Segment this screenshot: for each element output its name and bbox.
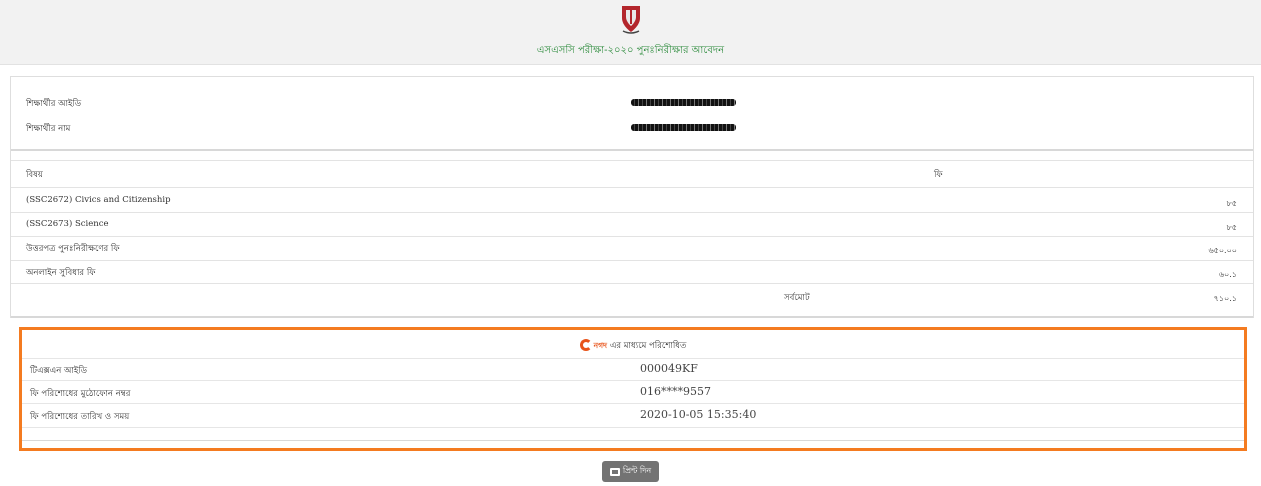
student-name-label: শিক্ষার্থীর নাম bbox=[26, 124, 71, 134]
divider bbox=[11, 187, 1253, 188]
provider-suffix: এর মাধ্যমে পরিশোধিত bbox=[609, 341, 687, 351]
table-row-subject: উত্তরপত্র পুনঃনিরীক্ষণের ফি bbox=[26, 244, 120, 254]
payment-info-box: নগদ এর মাধ্যমে পরিশোধিত টিএক্সএন আইডি 000… bbox=[19, 327, 1247, 451]
nagad-logo-icon bbox=[579, 339, 592, 351]
print-button[interactable]: প্রিন্ট দিন bbox=[602, 461, 659, 482]
divider bbox=[11, 212, 1253, 213]
column-header-fee: ফি bbox=[934, 170, 943, 180]
payer-mobile-value: 016****9557 bbox=[640, 385, 711, 398]
payment-datetime-label: ফি পরিশোধের তারিখ ও সময় bbox=[30, 412, 130, 422]
page-title: এসএসসি পরীক্ষা-২০২০ পুনঃনিরীক্ষার আবেদন bbox=[536, 45, 725, 56]
total-label: সর্বমোট bbox=[784, 293, 810, 303]
table-row-subject: (SSC2673) Science bbox=[26, 219, 109, 229]
page-header: এসএসসি পরীক্ষা-২০২০ পুনঃনিরীক্ষার আবেদন bbox=[0, 0, 1261, 65]
divider bbox=[11, 316, 1253, 318]
table-row-subject: (SSC2672) Civics and Citizenship bbox=[26, 195, 171, 205]
table-row-fee: ৬৫০.০০ bbox=[1208, 246, 1237, 255]
board-crest-icon bbox=[622, 6, 640, 34]
column-header-subject: বিষয় bbox=[26, 170, 43, 180]
divider bbox=[11, 283, 1253, 284]
txn-id-label: টিএক্সএন আইডি bbox=[30, 366, 88, 376]
student-id-label: শিক্ষার্থীর আইডি bbox=[26, 99, 82, 109]
divider bbox=[22, 358, 1244, 359]
payment-provider-heading: নগদ এর মাধ্যমে পরিশোধিত bbox=[22, 339, 1244, 353]
table-row-subject: অনলাইন সুবিধার ফি bbox=[26, 268, 96, 278]
student-id-value-redacted bbox=[631, 99, 736, 106]
divider bbox=[11, 149, 1253, 151]
print-button-label: প্রিন্ট দিন bbox=[622, 466, 652, 475]
table-row-fee: ৬০.১ bbox=[1218, 270, 1237, 279]
divider bbox=[22, 427, 1244, 428]
divider bbox=[22, 440, 1244, 441]
divider bbox=[22, 380, 1244, 381]
provider-name: নগদ bbox=[593, 341, 607, 350]
divider bbox=[11, 236, 1253, 237]
student-name-value-redacted bbox=[631, 124, 736, 131]
printer-icon bbox=[609, 467, 620, 476]
application-details-card: শিক্ষার্থীর আইডি শিক্ষার্থীর নাম বিষয় ফ… bbox=[10, 76, 1254, 318]
divider bbox=[22, 403, 1244, 404]
divider bbox=[11, 260, 1253, 261]
payer-mobile-label: ফি পরিশোধের মুঠোফোন নম্বর bbox=[30, 389, 131, 399]
txn-id-value: 000049KF bbox=[640, 362, 698, 375]
table-row-fee: ৮৫ bbox=[1226, 199, 1237, 208]
table-row-fee: ৮৫ bbox=[1226, 223, 1237, 232]
total-value: ৭১০.১ bbox=[1213, 294, 1237, 303]
payment-datetime-value: 2020-10-05 15:35:40 bbox=[640, 408, 757, 421]
divider bbox=[11, 160, 1253, 161]
